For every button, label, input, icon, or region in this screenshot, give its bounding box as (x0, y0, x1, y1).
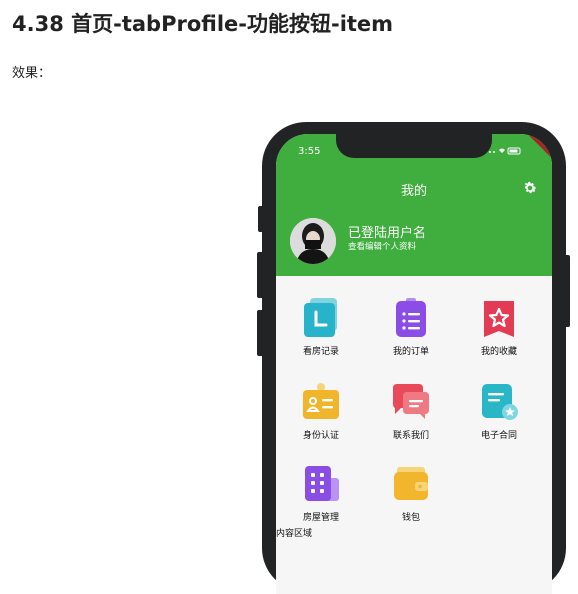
document-star-icon (482, 384, 518, 420)
menu-item-label: 看房记录 (302, 347, 339, 357)
menu-item-label: 房屋管理 (302, 513, 339, 523)
menu-item-label: 我的收藏 (480, 347, 517, 357)
menu-item-viewing-records[interactable]: 看房记录 (284, 298, 356, 374)
clock-icon (304, 298, 337, 337)
avatar[interactable] (290, 218, 336, 264)
profile-header: 3:55 DEBUG 我的 已登陆用户名 查看编辑个人资料 (276, 134, 552, 276)
content-region-label: 内容区域 (276, 529, 313, 539)
menu-item-label: 联系我们 (392, 431, 429, 441)
phone-screen: 3:55 DEBUG 我的 已登陆用户名 查看编辑个人资料 看房记录 我的订单 … (276, 134, 552, 594)
menu-item-wallet[interactable]: 钱包 (374, 464, 446, 540)
debug-banner: DEBUG (515, 134, 552, 179)
phone-notch (336, 134, 492, 158)
status-icons (489, 147, 521, 155)
menu-item-label: 身份认证 (302, 431, 339, 441)
chat-bubbles-icon (393, 384, 429, 419)
username[interactable]: 已登陆用户名 (348, 222, 426, 241)
menu-item-label: 钱包 (401, 513, 420, 523)
doc-title: 4.38 首页-tabProfile-功能按钮-item (12, 12, 394, 36)
edit-profile-link[interactable]: 查看编辑个人资料 (348, 240, 416, 252)
menu-item-e-contract[interactable]: 电子合同 (462, 382, 534, 458)
id-card-icon (303, 383, 339, 419)
avatar-image (290, 218, 336, 264)
clipboard-icon (396, 298, 426, 337)
function-button-grid: 看房记录 我的订单 我的收藏 身份认证 联系我们 电子合同 房屋管理 钱包 (276, 298, 552, 558)
menu-item-contact-us[interactable]: 联系我们 (374, 382, 446, 458)
menu-item-label: 电子合同 (480, 431, 517, 441)
menu-item-label: 我的订单 (392, 347, 429, 357)
gear-icon[interactable] (522, 180, 538, 196)
star-bookmark-icon (484, 301, 514, 337)
menu-item-identity-verification[interactable]: 身份认证 (284, 382, 356, 458)
menu-item-my-orders[interactable]: 我的订单 (374, 298, 446, 374)
page-title: 我的 (400, 184, 427, 199)
wallet-icon (394, 467, 428, 500)
building-icon (305, 466, 339, 501)
effect-label: 效果： (12, 66, 52, 81)
menu-item-favorites[interactable]: 我的收藏 (462, 298, 534, 374)
status-time: 3:55 (298, 146, 321, 157)
